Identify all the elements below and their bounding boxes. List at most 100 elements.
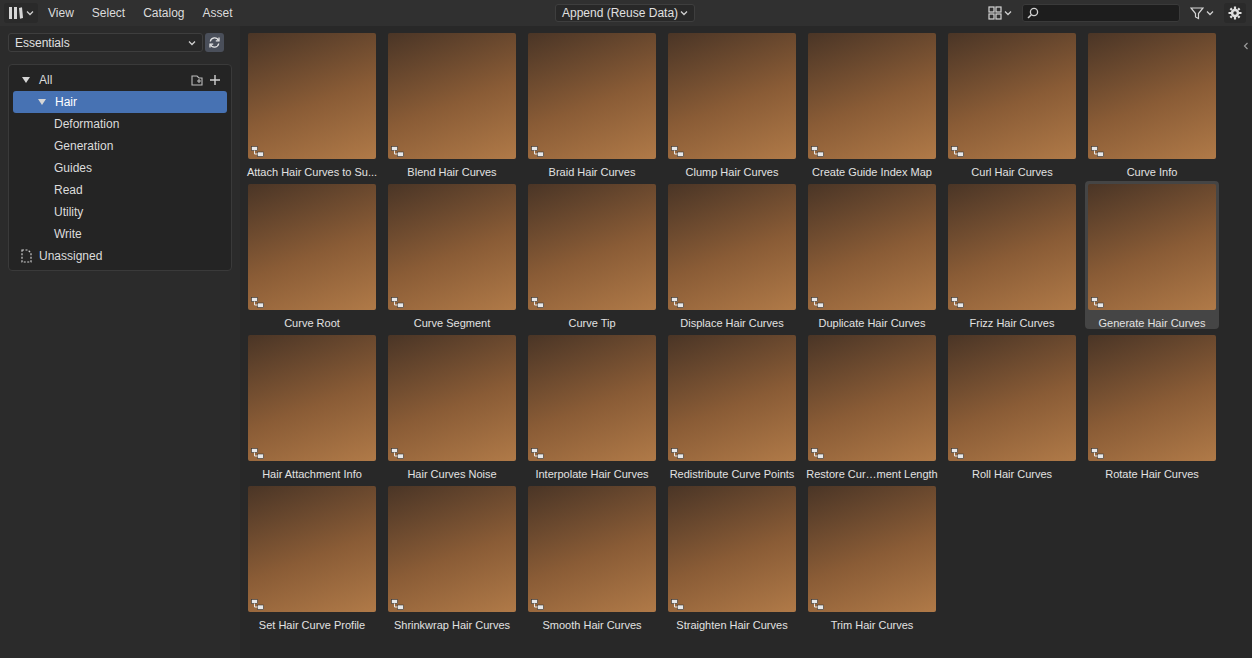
asset-item[interactable]: Redistribute Curve Points xyxy=(665,332,799,480)
search-field[interactable] xyxy=(1022,4,1180,22)
catalog-item[interactable]: Utility xyxy=(13,201,227,223)
node-group-icon xyxy=(391,599,404,610)
node-group-icon xyxy=(671,297,684,308)
asset-browser-icon xyxy=(8,6,24,20)
disclosure-triangle-icon[interactable] xyxy=(37,97,47,107)
asset-item[interactable]: Hair Curves Noise xyxy=(385,332,519,480)
asset-item[interactable]: Attach Hair Curves to Su... xyxy=(245,30,379,178)
asset-item[interactable]: Duplicate Hair Curves xyxy=(805,181,939,329)
asset-item[interactable]: Clump Hair Curves xyxy=(665,30,799,178)
import-method-dropdown[interactable]: Append (Reuse Data) xyxy=(555,4,695,22)
asset-label: Straighten Hair Curves xyxy=(676,619,787,631)
catalog-item[interactable]: Hair xyxy=(13,91,227,113)
filter-button[interactable] xyxy=(1186,3,1218,23)
asset-badge xyxy=(670,145,684,157)
asset-item[interactable]: Shrinkwrap Hair Curves xyxy=(385,483,519,631)
catalog-item[interactable]: All xyxy=(13,69,227,91)
collapse-arrow-icon[interactable] xyxy=(1243,42,1249,50)
add-catalog-icon[interactable] xyxy=(209,74,221,86)
asset-item[interactable]: Curve Root xyxy=(245,181,379,329)
catalog-label: Guides xyxy=(54,161,92,175)
catalog-item[interactable]: Generation xyxy=(13,135,227,157)
catalog-label: Generation xyxy=(54,139,113,153)
library-label: Essentials xyxy=(15,36,70,50)
catalog-item[interactable]: Unassigned xyxy=(13,245,227,267)
menu-item[interactable]: Catalog xyxy=(135,3,192,23)
asset-item[interactable]: Curl Hair Curves xyxy=(945,30,1079,178)
asset-item[interactable]: Create Guide Index Map xyxy=(805,30,939,178)
asset-preview xyxy=(388,184,516,310)
asset-preview xyxy=(948,33,1076,159)
asset-item[interactable]: Braid Hair Curves xyxy=(525,30,659,178)
asset-preview xyxy=(668,184,796,310)
toggle[interactable] xyxy=(34,94,50,110)
menu-item[interactable]: Select xyxy=(84,3,133,23)
library-dropdown[interactable]: Essentials xyxy=(8,33,203,52)
asset-item[interactable]: Blend Hair Curves xyxy=(385,30,519,178)
node-group-icon xyxy=(671,146,684,157)
menu-item[interactable]: Asset xyxy=(195,3,241,23)
asset-badge xyxy=(390,598,404,610)
asset-label: Braid Hair Curves xyxy=(549,166,636,178)
asset-item[interactable]: Curve Segment xyxy=(385,181,519,329)
refresh-button[interactable] xyxy=(205,33,224,52)
asset-item[interactable]: Curve Tip xyxy=(525,181,659,329)
import-method-label: Append (Reuse Data) xyxy=(562,6,678,20)
asset-item[interactable]: Roll Hair Curves xyxy=(945,332,1079,480)
asset-badge xyxy=(250,447,264,459)
asset-item[interactable]: Smooth Hair Curves xyxy=(525,483,659,631)
asset-browser: ViewSelectCatalogAsset Append (Reuse Data… xyxy=(0,0,1252,658)
asset-badge xyxy=(390,296,404,308)
asset-item[interactable]: Displace Hair Curves xyxy=(665,181,799,329)
asset-item[interactable]: Curve Info xyxy=(1085,30,1219,178)
asset-badge xyxy=(810,598,824,610)
asset-label: Trim Hair Curves xyxy=(831,619,914,631)
asset-preview xyxy=(528,486,656,612)
asset-item[interactable]: Generate Hair Curves xyxy=(1085,181,1219,329)
search-icon xyxy=(1027,7,1039,19)
header-bar: ViewSelectCatalogAsset Append (Reuse Data… xyxy=(0,0,1252,26)
asset-item[interactable]: Frizz Hair Curves xyxy=(945,181,1079,329)
asset-item[interactable]: Trim Hair Curves xyxy=(805,483,939,631)
catalog-label: Read xyxy=(54,183,83,197)
catalog-item[interactable]: Deformation xyxy=(13,113,227,135)
asset-item[interactable]: Set Hair Curve Profile xyxy=(245,483,379,631)
asset-item[interactable]: Restore Cur…ment Length xyxy=(805,332,939,480)
asset-item[interactable]: Rotate Hair Curves xyxy=(1085,332,1219,480)
asset-badge xyxy=(250,145,264,157)
chevron-down-icon xyxy=(680,10,688,16)
catalog-item[interactable]: Write xyxy=(13,223,227,245)
editor-type-button[interactable] xyxy=(4,3,38,23)
asset-preview xyxy=(1088,335,1216,461)
disclosure-triangle-icon[interactable] xyxy=(21,75,31,85)
node-group-icon xyxy=(251,599,264,610)
unassigned-slot xyxy=(18,248,34,264)
asset-item[interactable]: Interpolate Hair Curves xyxy=(525,332,659,480)
asset-badge xyxy=(250,296,264,308)
catalog-item[interactable]: Guides xyxy=(13,157,227,179)
toggle[interactable] xyxy=(18,72,34,88)
preferences-button[interactable] xyxy=(1224,3,1246,23)
asset-badge xyxy=(670,296,684,308)
asset-badge xyxy=(1090,296,1104,308)
asset-label: Restore Cur…ment Length xyxy=(806,468,937,480)
new-catalog-icon[interactable] xyxy=(190,73,204,87)
catalog-label: Utility xyxy=(54,205,83,219)
asset-preview xyxy=(668,335,796,461)
node-group-icon xyxy=(531,297,544,308)
asset-badge xyxy=(530,296,544,308)
asset-label: Smooth Hair Curves xyxy=(542,619,641,631)
node-group-icon xyxy=(1091,297,1104,308)
catalog-label: Unassigned xyxy=(39,249,102,263)
asset-item[interactable]: Hair Attachment Info xyxy=(245,332,379,480)
asset-badge xyxy=(950,296,964,308)
node-group-icon xyxy=(671,599,684,610)
asset-item[interactable]: Straighten Hair Curves xyxy=(665,483,799,631)
catalog-item[interactable]: Read xyxy=(13,179,227,201)
display-mode-button[interactable] xyxy=(984,3,1016,23)
menu-item[interactable]: View xyxy=(40,3,82,23)
asset-preview xyxy=(808,184,936,310)
node-group-icon xyxy=(251,297,264,308)
asset-label: Interpolate Hair Curves xyxy=(535,468,648,480)
node-group-icon xyxy=(251,146,264,157)
